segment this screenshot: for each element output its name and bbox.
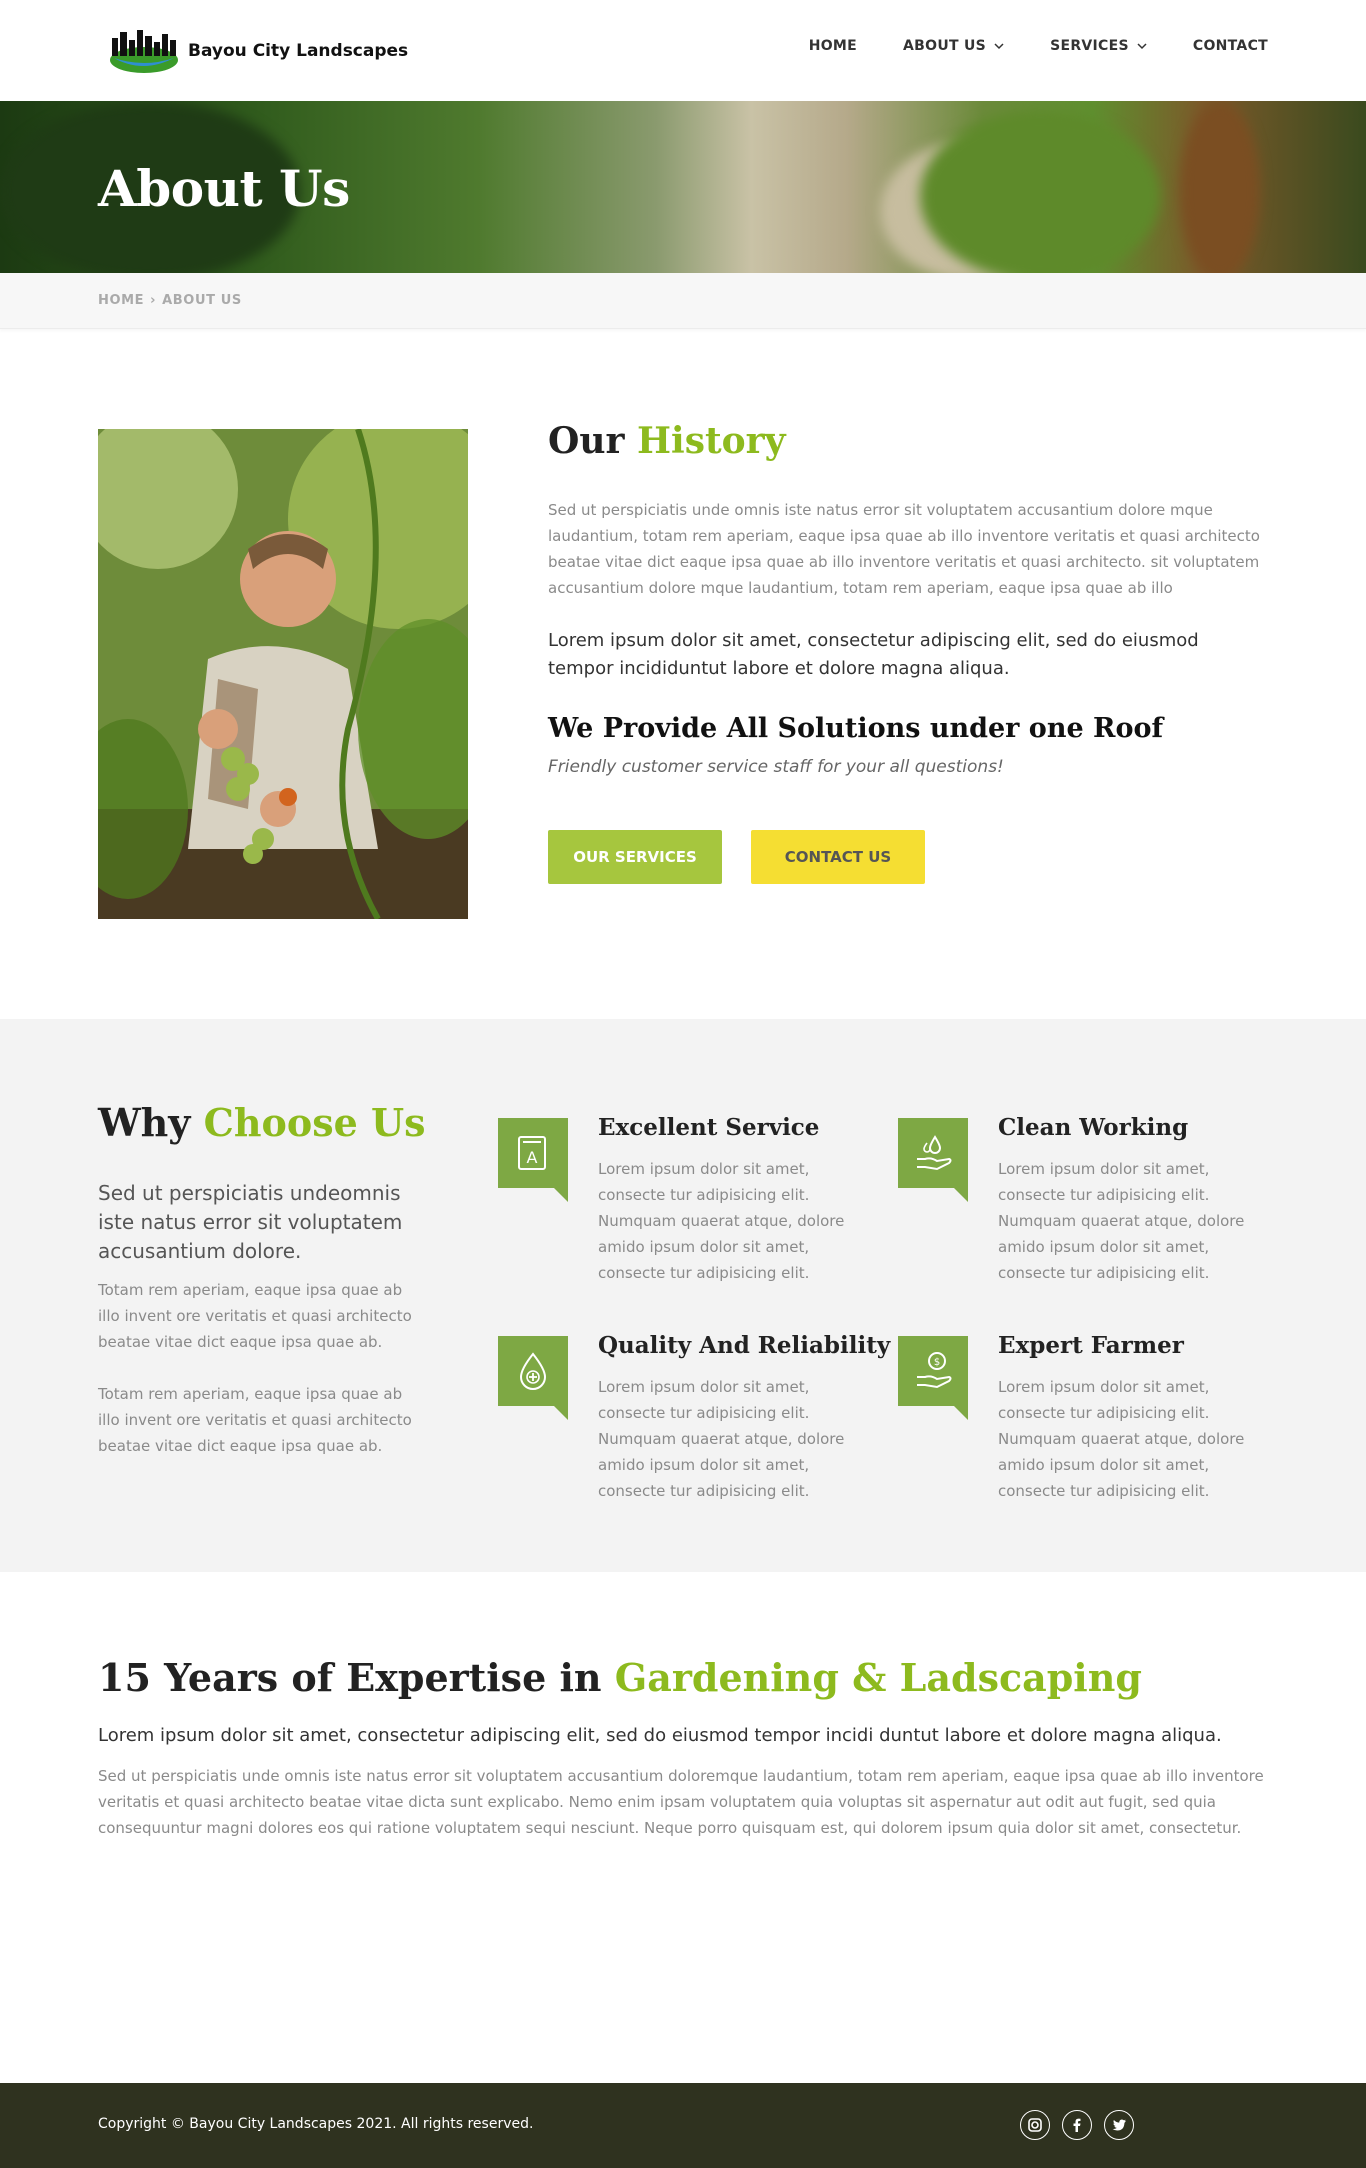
page-title: About Us: [98, 159, 350, 218]
facebook-link[interactable]: [1062, 2110, 1092, 2140]
twitter-icon: [1112, 2119, 1126, 2131]
expertise-title: 15 Years of Expertise in Gardening & Lad…: [98, 1655, 1142, 1700]
feature-icon-box: A: [498, 1118, 568, 1202]
why-paragraph-1: Totam rem aperiam, eaque ipsa quae ab il…: [98, 1281, 412, 1351]
page-banner: About Us: [0, 101, 1366, 273]
nav-services-label: SERVICES: [1050, 38, 1129, 54]
book-icon: A: [518, 1136, 546, 1170]
feature-title-clean-working: Clean Working: [998, 1114, 1189, 1141]
why-title-plain: Why: [98, 1100, 191, 1145]
feature-icon-box: $: [898, 1336, 968, 1420]
site-logo[interactable]: Bayou City Landscapes: [108, 28, 408, 74]
why-title: Why Choose Us: [98, 1100, 426, 1145]
expertise-lead: Lorem ipsum dolor sit amet, consectetur …: [98, 1725, 1222, 1746]
expertise-title-plain: 15 Years of Expertise in: [98, 1655, 602, 1700]
nav-home-label: HOME: [808, 38, 858, 54]
brand-name: Bayou City Landscapes: [188, 41, 409, 61]
money-hand-icon: $: [917, 1352, 952, 1389]
feature-text-expert-farmer: Lorem ipsum dolor sit amet, consecte tur…: [998, 1378, 1245, 1500]
feature-text-quality-reliability: Lorem ipsum dolor sit amet, consecte tur…: [598, 1378, 845, 1500]
expertise-title-accent: Gardening & Ladscaping: [614, 1655, 1142, 1700]
nav-home[interactable]: HOME: [809, 38, 857, 54]
copyright-text: Copyright © Bayou City Landscapes 2021. …: [98, 2116, 534, 2132]
instagram-icon: [1028, 2118, 1042, 2132]
gardener-photo: [98, 429, 468, 919]
feature-title-expert-farmer: Expert Farmer: [998, 1332, 1184, 1359]
feature-title-excellent-service: Excellent Service: [598, 1114, 820, 1141]
nav-contact-label: CONTACT: [1192, 38, 1268, 54]
breadcrumb-current: ABOUT US: [162, 293, 242, 308]
feature-title-quality-reliability: Quality And Reliability: [598, 1332, 891, 1359]
nav-services[interactable]: SERVICES: [1050, 38, 1147, 54]
banner-bush-blur: [920, 111, 1160, 273]
chevron-down-icon: [994, 43, 1004, 50]
history-paragraph-1: Sed ut perspiciatis unde omnis iste natu…: [548, 501, 1260, 597]
svg-text:$: $: [934, 1357, 940, 1368]
svg-text:A: A: [527, 1148, 538, 1167]
breadcrumb-bar: HOME › ABOUT US: [0, 273, 1366, 329]
why-paragraph-2: Totam rem aperiam, eaque ipsa quae ab il…: [98, 1385, 412, 1455]
gardener-illustration: [98, 429, 468, 919]
main-nav: HOME ABOUT US SERVICES CONTACT: [763, 38, 1268, 54]
logo-icon: [110, 30, 178, 73]
history-tagline: Friendly customer service staff for your…: [548, 757, 1004, 777]
why-title-accent: Choose Us: [203, 1100, 426, 1145]
site-footer: Copyright © Bayou City Landscapes 2021. …: [0, 2083, 1366, 2168]
history-subtitle: We Provide All Solutions under one Roof: [548, 713, 1164, 744]
banner-post-blur: [1180, 101, 1260, 273]
drop-plus-icon: [519, 1352, 547, 1390]
facebook-icon: [1073, 2118, 1081, 2132]
breadcrumb-home[interactable]: HOME: [98, 293, 144, 308]
nav-contact[interactable]: CONTACT: [1193, 38, 1268, 54]
feature-icon-box: [498, 1336, 568, 1420]
history-paragraph-2: Lorem ipsum dolor sit amet, consectetur …: [548, 630, 1199, 679]
water-hand-icon: [917, 1135, 952, 1171]
history-title-accent: History: [637, 420, 786, 462]
breadcrumb: HOME › ABOUT US: [98, 293, 242, 308]
site-header: Bayou City Landscapes HOME ABOUT US SERV…: [0, 0, 1366, 101]
contact-us-button[interactable]: CONTACT US: [751, 830, 925, 884]
breadcrumb-separator: ›: [150, 293, 157, 308]
feature-text-clean-working: Lorem ipsum dolor sit amet, consecte tur…: [998, 1160, 1245, 1282]
feature-text-excellent-service: Lorem ipsum dolor sit amet, consecte tur…: [598, 1160, 845, 1282]
our-services-button[interactable]: OUR SERVICES: [548, 830, 722, 884]
feature-icon-box: [898, 1118, 968, 1202]
twitter-link[interactable]: [1104, 2110, 1134, 2140]
instagram-link[interactable]: [1020, 2110, 1050, 2140]
nav-about-label: ABOUT US: [903, 38, 987, 54]
history-title: Our History: [548, 420, 786, 462]
why-lead: Sed ut perspiciatis undeomnis iste natus…: [98, 1181, 403, 1263]
chevron-down-icon: [1137, 43, 1147, 50]
expertise-paragraph: Sed ut perspiciatis unde omnis iste natu…: [98, 1767, 1264, 1837]
nav-about-us[interactable]: ABOUT US: [903, 38, 1004, 54]
history-title-plain: Our: [548, 420, 625, 462]
